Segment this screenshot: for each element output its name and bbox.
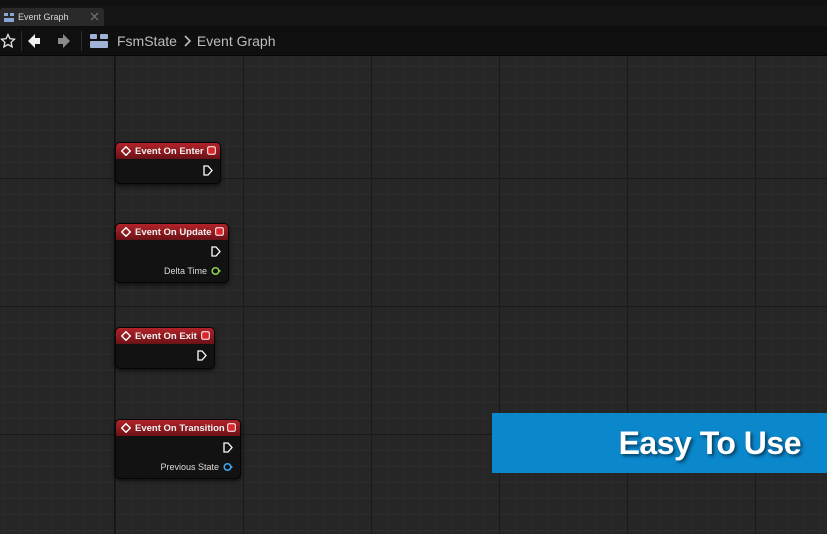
node-title: Event On Enter — [135, 145, 204, 157]
close-icon[interactable] — [90, 12, 99, 21]
pin-label: Previous State — [160, 462, 219, 472]
node-title: Event On Transition — [135, 422, 225, 434]
event-node-on-update[interactable]: Event On Update Delta Time — [115, 223, 229, 283]
graph-icon — [4, 12, 14, 22]
node-header: Event On Update — [116, 224, 228, 240]
exec-pin-icon[interactable] — [223, 442, 233, 453]
delegate-icon[interactable] — [207, 146, 216, 155]
event-icon — [121, 146, 131, 156]
banner-text: Easy To Use — [618, 424, 802, 461]
tab-label: Event Graph — [18, 12, 69, 22]
exec-pin-icon[interactable] — [197, 350, 207, 361]
graph-toolbar: FsmState Event Graph — [0, 27, 827, 56]
output-pin-delta-time[interactable]: Delta Time — [164, 266, 221, 276]
breadcrumb: FsmState Event Graph — [90, 31, 276, 51]
favorite-button[interactable] — [0, 31, 18, 51]
event-node-on-enter[interactable]: Event On Enter — [115, 142, 221, 184]
event-icon — [121, 227, 131, 237]
event-icon — [121, 331, 131, 341]
forward-arrow-icon — [58, 34, 70, 48]
breadcrumb-current: Event Graph — [196, 33, 276, 49]
toolbar-divider — [21, 31, 22, 51]
node-title: Event On Exit — [135, 330, 197, 342]
toolbar-divider — [81, 31, 82, 51]
back-button[interactable] — [24, 31, 44, 51]
tab-bar: Event Graph — [0, 6, 827, 27]
breadcrumb-root[interactable]: FsmState — [117, 33, 177, 49]
pin-label: Delta Time — [163, 266, 207, 276]
exec-pin-icon[interactable] — [211, 246, 221, 257]
forward-button[interactable] — [54, 31, 74, 51]
blueprint-icon — [90, 34, 108, 48]
node-title: Event On Update — [135, 226, 212, 238]
float-pin-icon — [211, 266, 221, 276]
event-node-on-exit[interactable]: Event On Exit — [115, 327, 215, 369]
star-icon — [0, 33, 16, 49]
back-arrow-icon — [28, 34, 40, 48]
event-node-on-transition[interactable]: Event On Transition Previous State — [115, 419, 241, 479]
chevron-right-icon — [184, 35, 192, 47]
tab-event-graph[interactable]: Event Graph — [0, 8, 104, 26]
delegate-icon[interactable] — [215, 227, 224, 236]
exec-pin-icon[interactable] — [203, 165, 213, 176]
promo-banner: Easy To Use — [492, 413, 827, 473]
delegate-icon[interactable] — [227, 423, 236, 432]
delegate-icon[interactable] — [201, 331, 210, 340]
node-header: Event On Exit — [116, 328, 214, 344]
output-pin-previous-state[interactable]: Previous State — [160, 462, 233, 472]
object-pin-icon — [223, 462, 233, 472]
event-icon — [121, 423, 131, 433]
node-header: Event On Enter — [116, 143, 220, 159]
node-header: Event On Transition — [116, 420, 240, 436]
